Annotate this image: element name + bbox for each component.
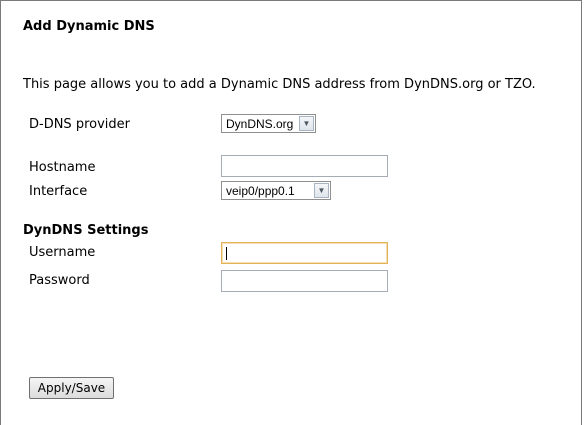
apply-save-button[interactable]: Apply/Save — [29, 377, 114, 399]
password-input[interactable] — [221, 270, 388, 292]
ddns-provider-select[interactable]: DynDNS.org ▼ — [221, 114, 316, 133]
password-label: Password — [29, 273, 90, 288]
hostname-label: Hostname — [29, 160, 96, 175]
dyndns-settings-heading: DynDNS Settings — [23, 223, 149, 238]
page-title: Add Dynamic DNS — [23, 19, 155, 34]
interface-select[interactable]: veip0/ppp0.1 ▼ — [221, 181, 331, 200]
interface-value: veip0/ppp0.1 — [226, 183, 295, 198]
ddns-provider-label: D-DNS provider — [29, 117, 130, 132]
username-input[interactable] — [221, 242, 388, 264]
hostname-input[interactable] — [221, 155, 388, 177]
text-caret — [226, 247, 227, 260]
ddns-provider-value: DynDNS.org — [226, 116, 294, 131]
chevron-down-icon: ▼ — [299, 116, 314, 131]
content-frame — [0, 0, 582, 425]
interface-label: Interface — [29, 184, 88, 199]
page-description: This page allows you to add a Dynamic DN… — [23, 77, 536, 92]
chevron-down-icon: ▼ — [314, 183, 329, 198]
username-label: Username — [29, 245, 96, 260]
